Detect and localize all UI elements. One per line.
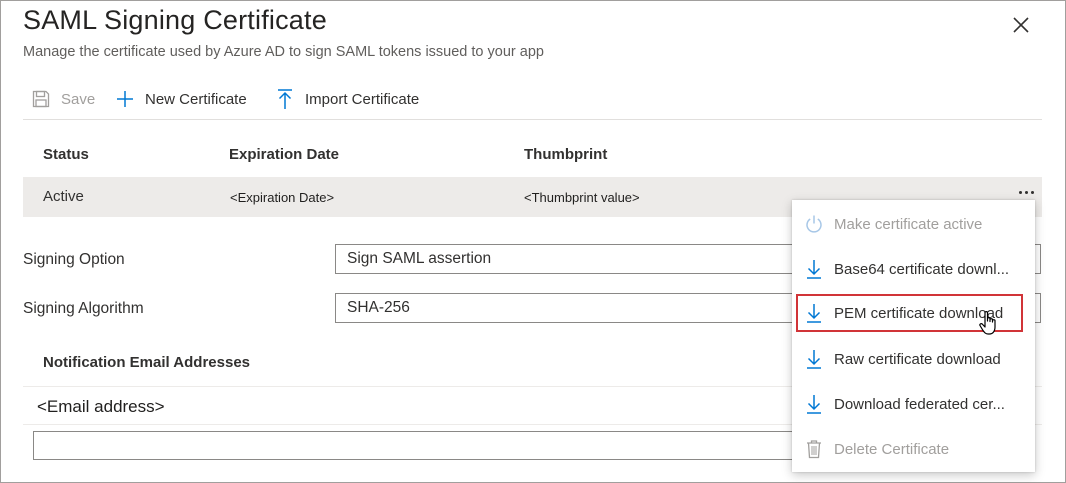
certificate-context-menu: Make certificate active Base64 certifica…	[792, 200, 1035, 472]
import-certificate-label: Import Certificate	[305, 91, 419, 108]
menu-item-label: Raw certificate download	[834, 351, 1001, 368]
base64-download-item[interactable]: Base64 certificate downl...	[796, 250, 1031, 288]
status-cell: Active	[43, 188, 84, 205]
new-certificate-button[interactable]: New Certificate	[115, 85, 247, 113]
menu-item-label: Download federated cer...	[834, 396, 1005, 413]
column-header-status: Status	[43, 146, 89, 163]
more-dot	[1031, 191, 1034, 194]
expiration-cell: <Expiration Date>	[230, 190, 334, 205]
plus-icon	[115, 89, 135, 109]
saml-certificate-panel: SAML Signing Certificate Manage the cert…	[0, 0, 1066, 483]
close-button[interactable]	[1009, 13, 1033, 37]
toolbar-divider	[23, 119, 1042, 120]
menu-item-label: Delete Certificate	[834, 441, 949, 458]
signing-algorithm-label: Signing Algorithm	[23, 300, 144, 318]
notification-heading: Notification Email Addresses	[43, 354, 250, 371]
import-certificate-button[interactable]: Import Certificate	[275, 85, 419, 113]
menu-item-label: Make certificate active	[834, 216, 982, 233]
power-icon	[804, 214, 824, 234]
save-label: Save	[61, 91, 95, 108]
hand-cursor-icon	[978, 310, 1000, 336]
raw-download-item[interactable]: Raw certificate download	[796, 340, 1031, 378]
signing-option-label: Signing Option	[23, 251, 125, 269]
more-dot	[1019, 191, 1022, 194]
more-options-button[interactable]	[1011, 185, 1041, 199]
delete-certificate-item[interactable]: Delete Certificate	[796, 430, 1031, 468]
save-icon	[31, 89, 51, 109]
email-address-text: <Email address>	[37, 397, 165, 417]
download-icon	[804, 393, 824, 415]
column-header-thumbprint: Thumbprint	[524, 146, 607, 163]
save-button[interactable]: Save	[31, 85, 95, 113]
download-icon	[804, 258, 824, 280]
download-icon	[804, 302, 824, 324]
column-header-expiration: Expiration Date	[229, 146, 339, 163]
page-subtitle: Manage the certificate used by Azure AD …	[23, 44, 544, 60]
close-icon	[1009, 13, 1033, 37]
more-dot	[1025, 191, 1028, 194]
thumbprint-cell: <Thumbprint value>	[524, 190, 640, 205]
download-icon	[804, 348, 824, 370]
page-title: SAML Signing Certificate	[23, 5, 327, 36]
menu-item-label: Base64 certificate downl...	[834, 261, 1009, 278]
upload-icon	[275, 88, 295, 110]
trash-icon	[805, 439, 823, 459]
new-certificate-label: New Certificate	[145, 91, 247, 108]
make-certificate-active-item[interactable]: Make certificate active	[796, 205, 1031, 243]
federated-download-item[interactable]: Download federated cer...	[796, 385, 1031, 423]
